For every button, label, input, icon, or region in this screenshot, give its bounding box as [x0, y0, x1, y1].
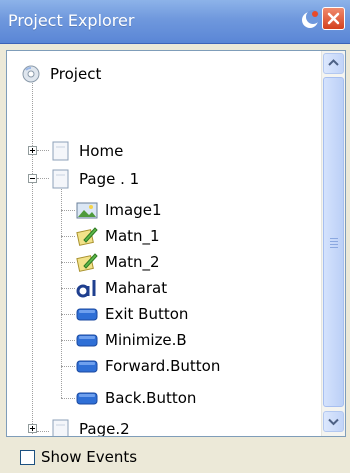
page-icon — [50, 419, 72, 436]
tree-line — [61, 262, 75, 263]
tree-item-label: Matn_1 — [105, 227, 160, 245]
tree-item-label: Back.Button — [105, 389, 197, 407]
tree-item-exit-button[interactable]: Exit Button — [76, 301, 190, 327]
tree-item-matn-2[interactable]: Matn_2 — [76, 249, 162, 275]
vertical-scrollbar[interactable] — [321, 51, 345, 436]
tree-item-label: Home — [79, 142, 124, 160]
tree-item-image1[interactable]: Image1 — [76, 197, 164, 223]
tree-item-matn-1[interactable]: Matn_1 — [76, 223, 162, 249]
tree-item-forward-button[interactable]: Forward.Button — [76, 353, 222, 379]
tree-item-label: Project — [50, 65, 102, 83]
tree-item-label: Matn_2 — [105, 253, 160, 271]
grip-line — [330, 238, 338, 239]
scrollbar-thumb[interactable] — [323, 77, 344, 407]
checkbox-box[interactable] — [20, 449, 35, 465]
scroll-down-button[interactable] — [323, 411, 344, 432]
tree-item-label: Minimize.B — [105, 331, 187, 349]
collapse-minus-icon[interactable] — [28, 174, 37, 183]
tree-item-label: Page . 1 — [79, 170, 140, 188]
close-icon — [327, 12, 340, 25]
tree-line — [61, 398, 75, 399]
expand-plus-icon[interactable] — [28, 424, 37, 433]
arabic-text-icon — [76, 278, 98, 298]
window-title: Project Explorer — [8, 11, 135, 30]
chevron-up-icon — [328, 59, 339, 66]
expand-plus-icon[interactable] — [28, 146, 37, 155]
page-icon — [50, 169, 72, 189]
chevron-down-icon — [328, 418, 339, 426]
tree-line — [37, 431, 49, 432]
tree-line — [37, 178, 49, 179]
project-tree: Project Home Page . 1 Image1 Matn_1 Matn… — [7, 51, 321, 436]
button-icon — [76, 388, 98, 408]
grip-line — [330, 244, 338, 245]
tree-item-back-button[interactable]: Back.Button — [76, 385, 198, 411]
tree-line — [61, 340, 75, 341]
button-icon — [76, 356, 98, 376]
tree-line — [37, 150, 49, 151]
tree-item-maharat[interactable]: Maharat — [76, 275, 169, 301]
tree-item-project[interactable]: Project — [21, 61, 103, 87]
button-icon — [76, 304, 98, 324]
tree-item-home[interactable]: Home — [50, 138, 125, 164]
tree-item-page-2[interactable]: Page.2 — [50, 416, 132, 437]
title-bar[interactable]: Project Explorer — [0, 0, 350, 44]
tree-item-label: Image1 — [105, 201, 162, 219]
tree-item-minimize-b[interactable]: Minimize.B — [76, 327, 189, 353]
tree-line — [61, 314, 75, 315]
scroll-up-button[interactable] — [323, 53, 344, 74]
grip-line — [330, 241, 338, 242]
project-explorer-panel: Project Explorer Project Home Page . 1 I… — [0, 0, 350, 473]
tree-item-label: Forward.Button — [105, 357, 221, 375]
pin-icon[interactable] — [299, 8, 321, 30]
tree-line — [61, 288, 75, 289]
button-icon — [76, 330, 98, 350]
grip-line — [330, 247, 338, 248]
text-edit-icon — [76, 252, 98, 272]
tree-line — [32, 81, 33, 434]
tree-item-page-1[interactable]: Page . 1 — [50, 166, 141, 192]
disc-icon — [21, 64, 43, 84]
tree-line — [61, 236, 75, 237]
page-icon — [50, 141, 72, 161]
show-events-label: Show Events — [41, 448, 138, 466]
text-edit-icon — [76, 226, 98, 246]
tree-line — [61, 210, 75, 211]
image-icon — [76, 200, 98, 220]
tree-line — [61, 366, 75, 367]
show-events-checkbox[interactable]: Show Events — [20, 446, 137, 468]
tree-item-label: Maharat — [105, 279, 168, 297]
tree-item-label: Page.2 — [79, 420, 130, 437]
tree-item-label: Exit Button — [105, 305, 189, 323]
close-button[interactable] — [322, 7, 345, 30]
tree-view: Project Home Page . 1 Image1 Matn_1 Matn… — [6, 50, 346, 437]
